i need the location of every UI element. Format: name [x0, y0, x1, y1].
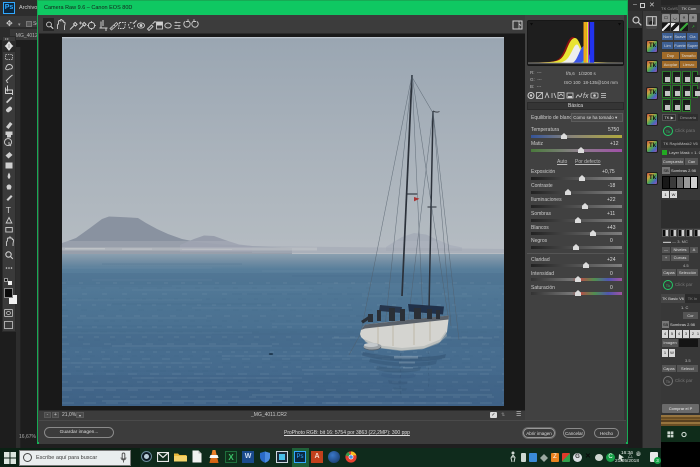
svg-text:fx: fx — [583, 93, 589, 100]
svg-text:T: T — [6, 205, 11, 215]
